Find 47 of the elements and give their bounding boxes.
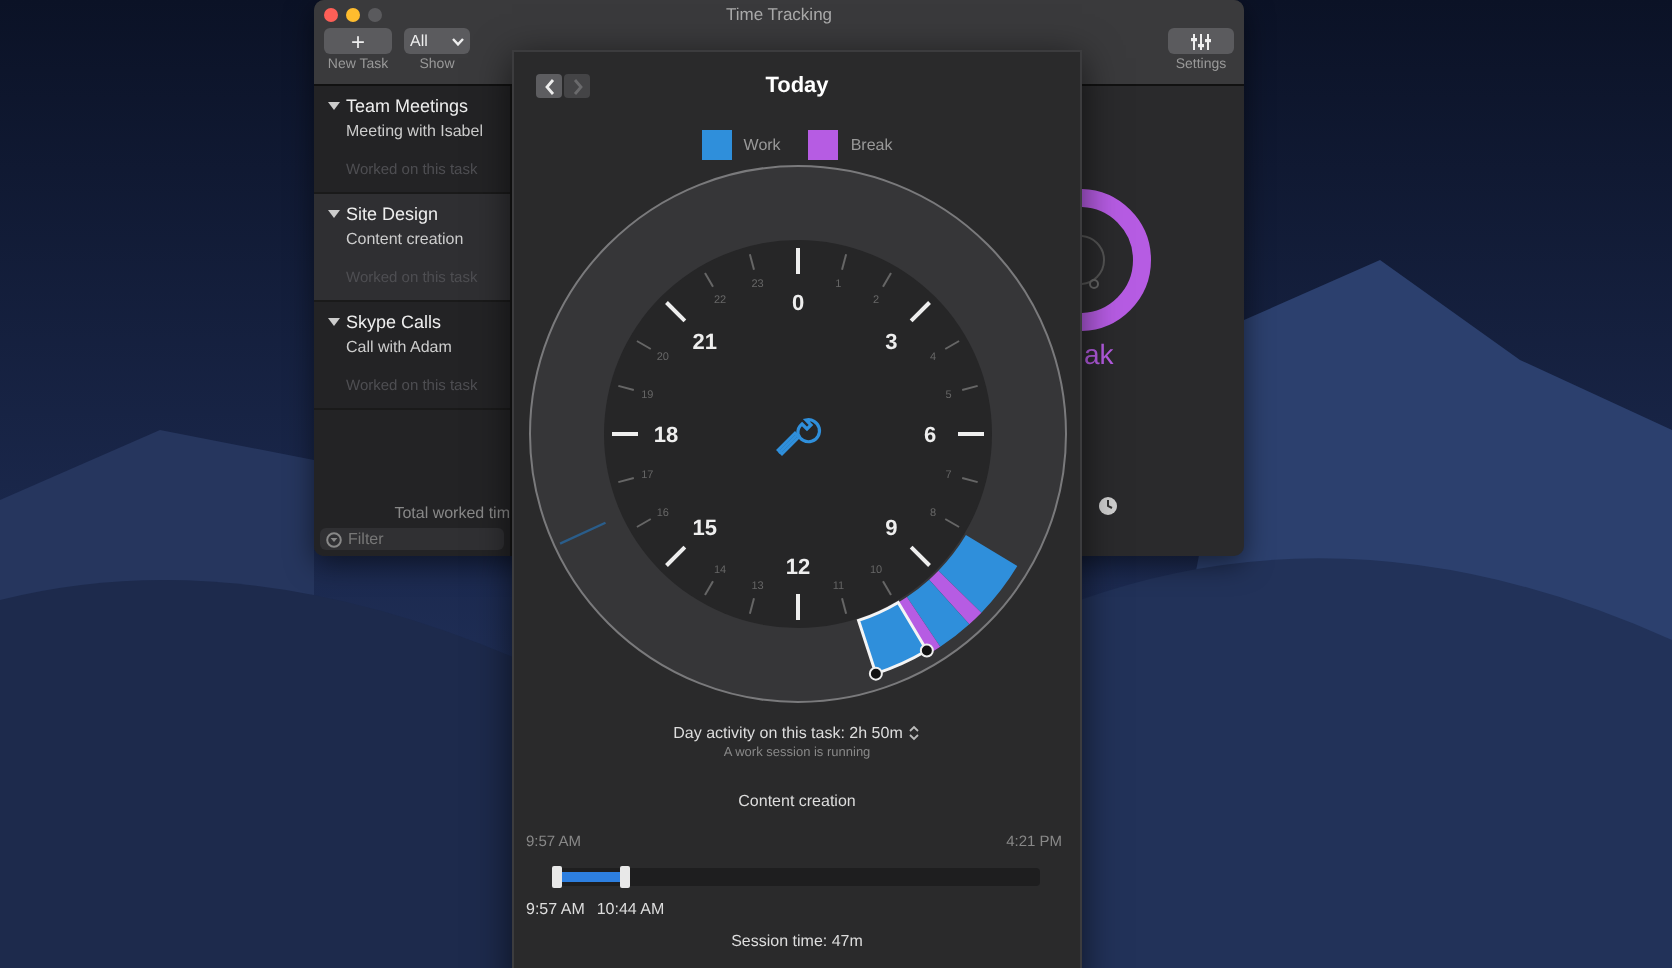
task-name[interactable]: Content creation [328, 230, 510, 248]
wrench-icon [775, 418, 821, 456]
hour-label: 9 [884, 517, 897, 542]
hour-label: 21 [691, 330, 716, 355]
session-time-label: Session time: 47m [731, 932, 863, 950]
total-worked-label: Total worked tim [392, 502, 510, 526]
disclosure-triangle-icon[interactable] [328, 316, 340, 328]
selected-session-segment[interactable] [856, 600, 933, 681]
slider-handle[interactable] [552, 866, 562, 888]
hour-label: 0 [790, 292, 804, 316]
hour-label: 3 [884, 330, 897, 355]
day-activity-label: Day activity on this task: 2h 50m [673, 724, 903, 742]
session-end-time: 10:44 AM [596, 900, 665, 918]
disclosure-triangle-icon[interactable] [328, 100, 340, 112]
chevron-right-icon [571, 77, 583, 95]
previous-day-button[interactable] [536, 74, 562, 98]
new-task-button[interactable]: + [324, 28, 392, 54]
hour-label: 6 [922, 424, 936, 448]
window-title: Time Tracking [725, 4, 833, 24]
chevron-left-icon [543, 77, 555, 95]
task-name[interactable]: Meeting with Isabel [328, 122, 510, 140]
show-dropdown[interactable]: All [404, 28, 470, 54]
filter-icon [326, 531, 342, 547]
legend-label: Work [743, 135, 781, 153]
group-name[interactable]: Site Design [346, 204, 439, 224]
task-name[interactable]: Call with Adam [328, 338, 510, 356]
group-name[interactable]: Skype Calls [346, 312, 442, 332]
close-button[interactable] [324, 7, 338, 21]
disclosure-triangle-icon[interactable] [328, 208, 340, 220]
popover-title: Today [765, 74, 829, 98]
group-name[interactable]: Team Meetings [346, 96, 469, 116]
stepper-icon[interactable] [908, 724, 921, 742]
session-range-slider[interactable] [556, 868, 1040, 886]
chevron-down-icon [452, 37, 464, 45]
clock-icon[interactable] [1098, 496, 1118, 516]
legend-label: Break [850, 135, 893, 153]
task-title: Content creation [738, 792, 856, 810]
hour-label: 15 [691, 517, 716, 542]
hour-label: 18 [652, 424, 678, 448]
settings-button[interactable] [1168, 28, 1234, 54]
hour-label: 12 [784, 556, 810, 580]
filter-field[interactable]: Filter [320, 528, 504, 550]
session-start-time: 9:57 AM [526, 900, 585, 918]
break-label: ak [1084, 338, 1114, 370]
sliders-icon [1190, 33, 1212, 49]
slider-handle[interactable] [619, 866, 630, 888]
minimize-button[interactable] [346, 7, 360, 21]
